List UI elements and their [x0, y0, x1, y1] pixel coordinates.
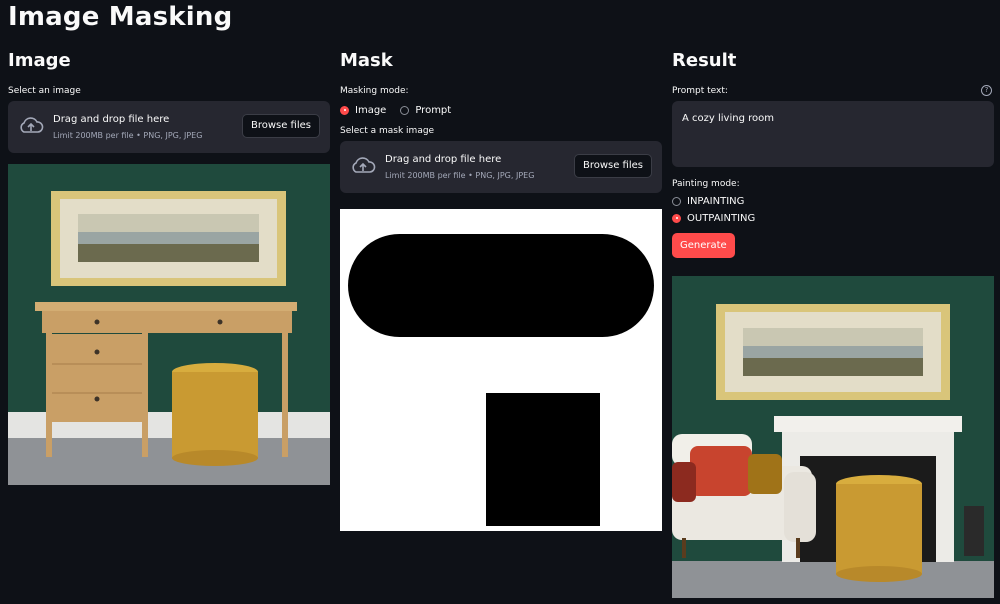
mask-uploader[interactable]: Drag and drop file here Limit 200MB per … — [340, 141, 662, 193]
masking-mode-radio-group: Image Prompt — [340, 103, 662, 117]
mask-heading: Mask — [340, 50, 393, 71]
select-mask-label: Select a mask image — [340, 126, 435, 136]
question-circle-icon[interactable]: ? — [981, 85, 992, 96]
browse-files-button[interactable]: Browse files — [241, 114, 320, 138]
painting-option-outpainting[interactable]: OUTPAINTING — [672, 212, 980, 224]
result-column: Result Prompt text: ? A cozy living room… — [672, 48, 994, 258]
generate-button[interactable]: Generate — [672, 233, 735, 258]
radio-selected-icon — [672, 213, 681, 223]
result-image — [672, 276, 994, 598]
painting-mode-label: Painting mode: — [672, 179, 740, 189]
result-heading: Result — [672, 50, 737, 71]
select-image-label: Select an image — [8, 86, 81, 96]
radio-unselected-icon — [400, 105, 410, 115]
app-title: Image Masking — [8, 2, 233, 32]
radio-selected-icon — [340, 105, 349, 115]
prompt-text-label: Prompt text: — [672, 86, 728, 96]
cloud-upload-icon — [20, 117, 44, 133]
painting-option-label: OUTPAINTING — [687, 212, 756, 224]
cloud-upload-icon — [352, 157, 376, 173]
image-heading: Image — [8, 50, 71, 71]
radio-unselected-icon — [672, 196, 681, 206]
masking-mode-label: Masking mode: — [340, 86, 409, 96]
painting-mode-radio-group: INPAINTING OUTPAINTING — [672, 195, 994, 224]
image-uploader[interactable]: Drag and drop file here Limit 200MB per … — [8, 101, 330, 153]
source-image — [8, 164, 330, 485]
uploader-limit-text: Limit 200MB per file • PNG, JPG, JPEG — [53, 131, 203, 140]
mode-option-label: Prompt — [415, 104, 452, 116]
painting-option-label: INPAINTING — [687, 195, 745, 207]
mode-option-image[interactable]: Image — [340, 105, 386, 116]
painting-option-inpainting[interactable]: INPAINTING — [672, 195, 980, 207]
mode-option-label: Image — [355, 104, 387, 116]
uploader-main-text: Drag and drop file here — [53, 114, 170, 125]
uploader-limit-text: Limit 200MB per file • PNG, JPG, JPEG — [385, 171, 535, 180]
mask-image — [340, 209, 662, 531]
uploader-main-text: Drag and drop file here — [385, 154, 502, 165]
browse-files-button[interactable]: Browse files — [573, 154, 652, 178]
mask-column: Mask Masking mode: Image Prompt Select a… — [340, 48, 662, 193]
prompt-textarea[interactable]: A cozy living room — [672, 101, 994, 167]
mode-option-prompt[interactable]: Prompt — [400, 105, 451, 116]
image-column: Image Select an image Drag and drop file… — [8, 48, 330, 153]
